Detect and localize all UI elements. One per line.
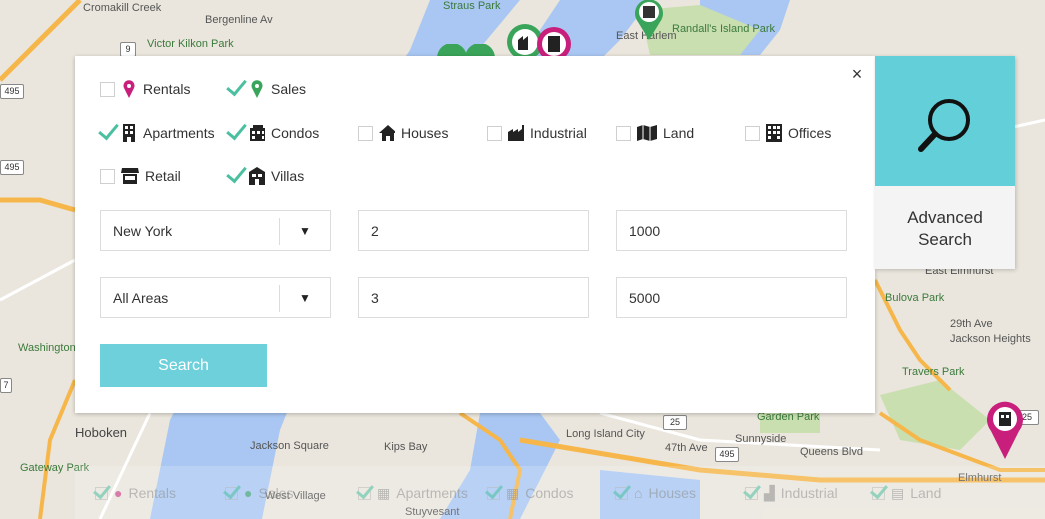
pin-green-icon	[635, 0, 663, 40]
sales-pin-icon	[249, 80, 265, 98]
pin-magenta-icon	[987, 401, 1023, 459]
map-label: Travers Park	[902, 366, 965, 378]
dropdown-arrow-icon[interactable]: ▼	[299, 224, 311, 238]
option-condos[interactable]: Condos	[228, 122, 319, 144]
house-icon	[379, 124, 395, 142]
condos-label: Condos	[271, 125, 320, 141]
min-rooms-value: 2	[371, 223, 379, 239]
park-area	[880, 380, 990, 450]
option-houses[interactable]: Houses	[358, 122, 448, 144]
road-jc	[0, 258, 76, 302]
map-label: Bergenline Av	[205, 14, 273, 26]
map-label: Long Island City	[566, 428, 645, 440]
area-select[interactable]: All Areas ▼	[100, 277, 331, 318]
map-label: 47th Ave	[665, 442, 708, 454]
search-icon	[918, 99, 970, 152]
villas-checkbox[interactable]	[228, 168, 243, 184]
apartment-building-icon	[121, 124, 137, 142]
rentals-label: Rentals	[143, 81, 191, 97]
houses-checkbox[interactable]	[358, 125, 373, 141]
city-select[interactable]: New York ▼	[100, 210, 331, 251]
bottom-option-condos[interactable]: ▦ Condos	[487, 484, 574, 502]
highway-shield: 25	[663, 415, 687, 430]
filter-panel: × Rentals Sales Apartments Condos Houses…	[75, 56, 875, 413]
map-land-icon	[637, 124, 657, 142]
apartments-checkbox[interactable]	[100, 125, 115, 141]
villas-label: Villas	[271, 168, 305, 184]
condo-building-icon	[249, 124, 265, 142]
highway-shield: 495	[0, 160, 24, 175]
highway-shield: 9	[120, 42, 136, 57]
min-rooms-field[interactable]: 2	[358, 210, 589, 251]
option-villas[interactable]: Villas	[228, 165, 304, 187]
industrial-label: Industrial	[530, 125, 587, 141]
bottom-option-rentals[interactable]: ● Rentals	[95, 484, 176, 502]
highway-495-west	[0, 197, 76, 213]
apartments-label: Apartments	[143, 125, 215, 141]
option-retail[interactable]: Retail	[100, 165, 181, 187]
rentals-checkbox[interactable]	[100, 81, 115, 97]
bottom-option-apartments[interactable]: ▦ Apartments	[358, 484, 468, 502]
map-label: Victor Kilkon Park	[147, 38, 234, 50]
advanced-search-toggle[interactable]: Advanced Search	[875, 56, 1015, 269]
map-label: Cromakill Creek	[83, 2, 162, 14]
villa-icon	[249, 167, 265, 185]
map-label: Jackson Square	[250, 440, 329, 452]
option-industrial[interactable]: Industrial	[487, 122, 587, 144]
city-select-value: New York	[113, 223, 173, 239]
bottom-option-land[interactable]: ▤ Land	[872, 484, 941, 502]
office-building-icon	[766, 124, 782, 142]
land-label: Land	[663, 125, 695, 141]
max-price-field[interactable]: 5000	[616, 277, 847, 318]
min-price-field[interactable]: 1000	[616, 210, 847, 251]
bottom-option-sales[interactable]: ● Sales	[225, 484, 294, 502]
advanced-search-line1: Advanced	[907, 208, 983, 227]
retail-checkbox[interactable]	[100, 168, 115, 184]
land-checkbox[interactable]	[616, 125, 631, 141]
sales-checkbox[interactable]	[228, 81, 243, 97]
advanced-search-label[interactable]: Advanced Search	[875, 207, 1015, 251]
bottom-option-houses[interactable]: ⌂ Houses	[615, 484, 696, 502]
highway-shield: 7	[0, 378, 12, 393]
advanced-search-line2: Search	[918, 230, 972, 249]
retail-label: Retail	[145, 168, 181, 184]
map-label: Sunnyside	[735, 433, 787, 445]
map-label: Kips Bay	[384, 441, 428, 453]
close-button[interactable]: ×	[849, 64, 865, 84]
factory-icon	[508, 124, 524, 142]
dropdown-arrow-icon[interactable]: ▼	[299, 291, 311, 305]
option-sales[interactable]: Sales	[228, 78, 306, 100]
map-label: Jackson Heights	[950, 333, 1031, 345]
max-rooms-value: 3	[371, 290, 379, 306]
map-label: Bulova Park	[885, 292, 945, 304]
houses-label: Houses	[401, 125, 449, 141]
max-price-value: 5000	[629, 290, 661, 306]
industrial-checkbox[interactable]	[487, 125, 502, 141]
map-label: Queens Blvd	[800, 446, 863, 458]
highway-shield: 495	[715, 447, 739, 462]
option-rentals[interactable]: Rentals	[100, 78, 190, 100]
highway-west	[38, 379, 77, 519]
condos-checkbox[interactable]	[228, 125, 243, 141]
map-label: 29th Ave	[950, 318, 993, 330]
option-land[interactable]: Land	[616, 122, 694, 144]
rentals-pin-icon	[121, 80, 137, 98]
store-icon	[121, 167, 139, 185]
map-label: Straus Park	[443, 0, 501, 12]
highway-shield: 495	[0, 84, 24, 99]
min-price-value: 1000	[629, 223, 661, 239]
option-apartments[interactable]: Apartments	[100, 122, 215, 144]
bottom-option-industrial[interactable]: ▟ Industrial	[745, 484, 838, 502]
map-label: Randall's Island Park	[672, 23, 775, 35]
offices-checkbox[interactable]	[745, 125, 760, 141]
max-rooms-field[interactable]: 3	[358, 277, 589, 318]
area-select-value: All Areas	[113, 290, 169, 306]
search-button[interactable]: Search	[100, 344, 267, 387]
offices-label: Offices	[788, 125, 832, 141]
sales-label: Sales	[271, 81, 307, 97]
highway-nj-tpke	[0, 0, 82, 82]
option-offices[interactable]: Offices	[745, 122, 831, 144]
advanced-search-header[interactable]	[875, 56, 1015, 186]
map-label: Hoboken	[75, 425, 128, 440]
